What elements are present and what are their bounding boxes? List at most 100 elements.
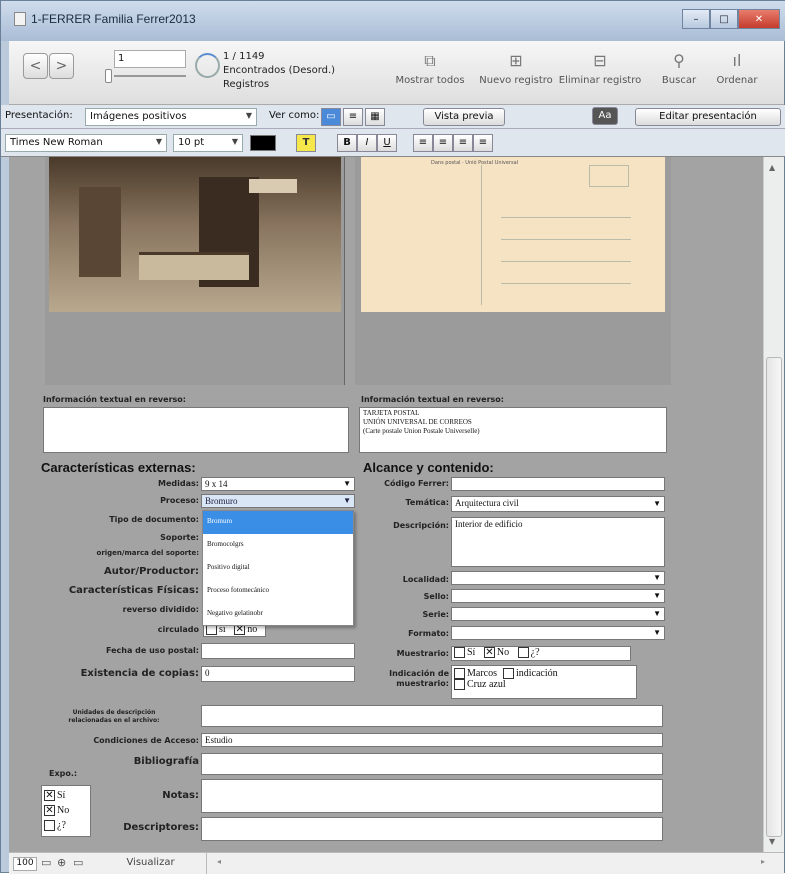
muestrario-label: Muestrario: (396, 649, 449, 658)
text-color-swatch[interactable] (250, 135, 276, 151)
formato-field[interactable]: ▼ (451, 626, 665, 640)
dropdown-option[interactable]: Positivo digital (203, 557, 353, 580)
font-size-select[interactable]: 10 pt ▼ (173, 134, 243, 152)
sello-field[interactable]: ▼ (451, 589, 665, 603)
dropdown-option[interactable]: Proceso fotomecánico (203, 580, 353, 603)
view-table-icon[interactable]: ▦ (365, 108, 385, 126)
app-window: 1-FERRER Familia Ferrer2013 – □ ✕ < > 1 … (0, 0, 785, 874)
caract-header: Características externas: (41, 460, 196, 475)
proceso-dropdown: Bromuro Bromocolgrs Positivo digital Pro… (202, 510, 354, 626)
localidad-field[interactable]: ▼ (451, 571, 665, 585)
front-photo[interactable] (49, 157, 341, 312)
ind-cruz-checkbox[interactable] (454, 679, 465, 690)
dropdown-option[interactable]: Bromocolgrs (203, 534, 353, 557)
show-all-button[interactable]: ⧉ Mostrar todos (393, 47, 467, 86)
proceso-field[interactable]: Bromuro ▼ (201, 494, 355, 508)
expo-no-checkbox[interactable]: ✕ (44, 805, 55, 816)
bibliografia-field[interactable] (201, 753, 663, 775)
condiciones-field[interactable]: Estudio (201, 733, 663, 747)
unidades-label-2: relacionadas en el archivo: (68, 717, 160, 724)
back-photo[interactable]: Dans postal · Unió Postal Universal (361, 157, 665, 312)
format-painter-button[interactable]: Aa (592, 107, 618, 125)
muestrario-no-checkbox[interactable]: ✕ (483, 647, 495, 658)
codigo-field[interactable] (451, 477, 665, 491)
zoom-in-icon[interactable]: ⊕ (57, 856, 66, 869)
mode-label[interactable]: Visualizar (95, 853, 207, 874)
scroll-down-icon[interactable]: ▼ (769, 837, 775, 846)
new-record-label: Nuevo registro (479, 75, 553, 86)
muestrario-checkboxes: Sí ✕ No ¿? (451, 646, 631, 661)
tematica-field[interactable]: Arquitectura civil ▼ (451, 496, 665, 512)
layout-bar: Presentación: Imágenes positivos ▼ Ver c… (1, 105, 785, 129)
prev-record-button[interactable]: < (23, 53, 48, 79)
expo-q-checkbox[interactable] (44, 820, 55, 831)
zoom-out-icon[interactable]: ▭ (41, 856, 51, 869)
info-reverso-left-label: Información textual en reverso: (43, 395, 186, 404)
preview-button[interactable]: Vista previa (423, 108, 505, 126)
info-reverso-left-field[interactable] (43, 407, 349, 453)
notas-field[interactable] (201, 779, 663, 813)
view-form-icon[interactable]: ▭ (321, 108, 341, 126)
proceso-label: Proceso: (160, 496, 199, 505)
expo-si-checkbox[interactable]: ✕ (44, 790, 55, 801)
layout-select[interactable]: Imágenes positivos ▼ (85, 108, 257, 126)
medidas-field[interactable]: 9 x 14 ▼ (201, 477, 355, 491)
minimize-button[interactable]: – (682, 9, 710, 29)
dropdown-option[interactable]: Bromuro (203, 511, 353, 534)
vertical-scrollbar[interactable]: ▲ ▼ (763, 157, 784, 852)
scrollbar-thumb[interactable] (766, 357, 782, 837)
scroll-left-icon[interactable]: ◂ (217, 857, 221, 866)
bold-button[interactable]: B (337, 134, 357, 152)
back-image-container: Dans postal · Unió Postal Universal (355, 157, 671, 385)
find-label: Buscar (661, 75, 697, 86)
new-record-button[interactable]: ⊞ Nuevo registro (477, 47, 555, 86)
view-list-icon[interactable]: ≡ (343, 108, 363, 126)
descripcion-field[interactable]: Interior de edificio (451, 517, 665, 567)
zoom-value[interactable]: 100 (13, 857, 37, 871)
dropdown-option[interactable]: Negativo gelatinobr (203, 603, 353, 626)
ind-marcos-checkbox[interactable] (454, 668, 465, 679)
align-center-icon[interactable]: ≡ (433, 134, 453, 152)
scroll-right-icon[interactable]: ▸ (761, 857, 765, 866)
edit-layout-button[interactable]: Editar presentación (635, 108, 781, 126)
maximize-button[interactable]: □ (710, 9, 738, 29)
form-content: Dans postal · Unió Postal Universal Info… (9, 157, 763, 852)
italic-button[interactable]: I (357, 134, 377, 152)
layout-label: Presentación: (5, 110, 73, 121)
ind-indicacion-checkbox[interactable] (503, 668, 514, 679)
origen-label: origen/marca del soporte: (96, 549, 199, 557)
toolbar-toggle-icon[interactable]: ▭ (73, 856, 83, 869)
close-button[interactable]: ✕ (738, 9, 780, 29)
indicacion-label-1: Indicación de (389, 669, 449, 678)
sort-button[interactable]: ıl Ordenar (709, 47, 765, 86)
muestrario-si-checkbox[interactable] (454, 647, 465, 658)
existencia-field[interactable]: 0 (201, 666, 355, 682)
new-record-icon: ⊞ (509, 51, 523, 70)
align-justify-icon[interactable]: ≡ (473, 134, 493, 152)
record-slider[interactable] (114, 75, 186, 77)
muestrario-q-checkbox[interactable] (517, 647, 529, 658)
fecha-field[interactable] (201, 643, 355, 659)
scroll-up-icon[interactable]: ▲ (769, 163, 775, 172)
underline-button[interactable]: U (377, 134, 397, 152)
tematica-value: Arquitectura civil (455, 498, 519, 508)
font-select[interactable]: Times New Roman ▼ (5, 134, 167, 152)
descriptores-field[interactable] (201, 817, 663, 841)
align-right-icon[interactable]: ≡ (453, 134, 473, 152)
record-number-input[interactable]: 1 (114, 50, 186, 68)
next-record-button[interactable]: > (49, 53, 74, 79)
found-set-pie-icon (195, 53, 220, 78)
unidades-field[interactable] (201, 705, 663, 727)
highlight-button[interactable]: T (296, 134, 316, 152)
show-all-label: Mostrar todos (395, 75, 465, 86)
find-button[interactable]: ⚲ Buscar (657, 47, 701, 86)
serie-field[interactable]: ▼ (451, 607, 665, 621)
delete-record-button[interactable]: ⊟ Eliminar registro (557, 47, 643, 86)
window-title: 1-FERRER Familia Ferrer2013 (31, 12, 196, 26)
record-count: 1 / 1149 Encontrados (Desord.) Registros (223, 50, 335, 92)
info-reverso-right-field[interactable]: TARJETA POSTAL UNIÓN UNIVERSAL DE CORREO… (359, 407, 667, 453)
ind-indicacion-label: indicación (516, 668, 558, 679)
record-slider-knob[interactable] (105, 69, 112, 83)
align-left-icon[interactable]: ≡ (413, 134, 433, 152)
records-label: Registros (223, 79, 270, 90)
